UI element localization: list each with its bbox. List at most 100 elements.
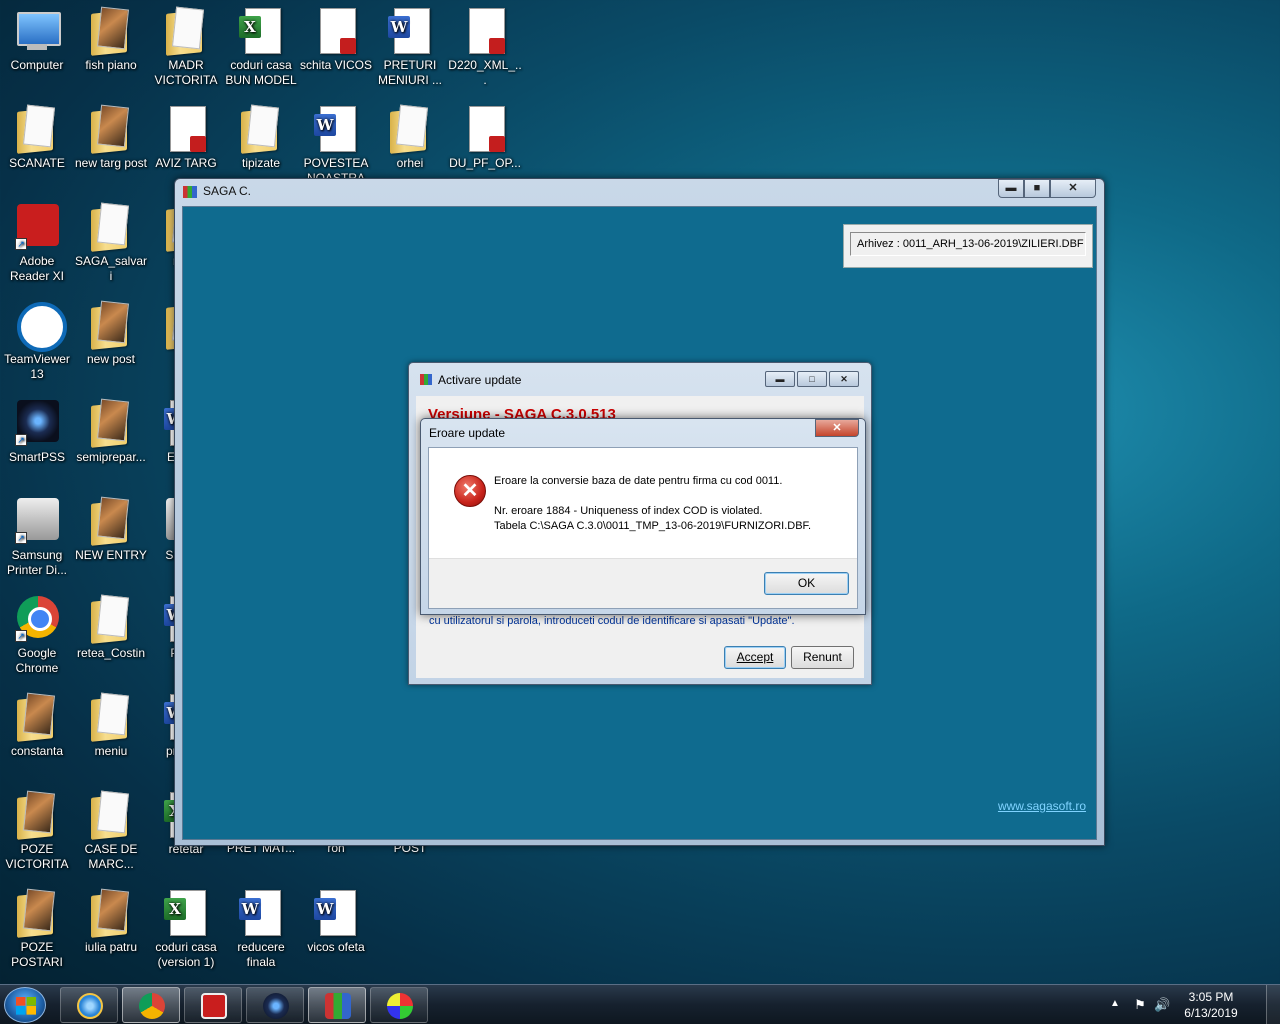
close-button[interactable]: ✕ <box>829 371 859 387</box>
error-icon: ✕ <box>454 475 486 507</box>
word-file-icon: W <box>312 104 360 154</box>
folder-icon <box>386 104 434 154</box>
show-desktop-button[interactable] <box>1266 985 1280 1024</box>
folder-icon <box>87 888 135 938</box>
pdf-file-icon <box>162 104 210 154</box>
activare-title: Activare update <box>438 373 522 387</box>
sagasoft-website-link[interactable]: www.sagasoft.ro <box>998 799 1086 813</box>
desktop-icon-computer[interactable]: Computer <box>0 6 74 73</box>
saga-app-icon <box>420 374 432 385</box>
computer-icon <box>13 6 61 56</box>
taskbar-ie-button[interactable] <box>60 987 118 1023</box>
desktop-icon-preturi-meniuri[interactable]: W PRETURI MENIURI ... <box>373 6 447 88</box>
desktop-icon-meniu[interactable]: meniu <box>74 692 148 759</box>
archive-status-text: Arhivez : 0011_ARH_13-06-2019\ZILIERI.DB… <box>850 232 1086 256</box>
action-center-flag-icon[interactable]: ⚑ <box>1132 997 1148 1013</box>
activare-titlebar[interactable]: Activare update ▬ □ ✕ <box>409 363 871 395</box>
desktop-icon-samsung-printer[interactable]: ↗ Samsung Printer Di... <box>0 496 74 578</box>
folder-icon <box>87 104 135 154</box>
folder-icon <box>87 6 135 56</box>
windows-logo-icon <box>16 997 36 1015</box>
desktop-icon-d220-xml[interactable]: D220_XML_... <box>448 6 522 88</box>
desktop-icon-tipizate[interactable]: tipizate <box>224 104 298 171</box>
folder-icon <box>13 692 61 742</box>
desktop-icon-saga-salvari[interactable]: SAGA_salvari <box>74 202 148 284</box>
saga-caption-buttons: ▬ ■ ✕ <box>998 179 1096 198</box>
accept-button[interactable]: Accept <box>724 646 786 669</box>
internet-explorer-icon <box>77 993 103 1019</box>
taskbar-smartpss-button[interactable] <box>246 987 304 1023</box>
clock[interactable]: 3:05 PM 6/13/2019 <box>1176 989 1246 1021</box>
folder-icon <box>13 790 61 840</box>
taskbar: ▲ ⚑ 🔊 3:05 PM 6/13/2019 <box>0 984 1280 1024</box>
minimize-button[interactable]: ▬ <box>765 371 795 387</box>
show-hidden-icons-arrow-icon[interactable]: ▲ <box>1110 998 1120 1009</box>
minimize-button[interactable]: ▬ <box>998 179 1024 198</box>
clock-time: 3:05 PM <box>1188 990 1234 1004</box>
desktop-icon-coduri-casa-bun-model[interactable]: X coduri casa BUN MODEL <box>224 6 298 88</box>
eroare-titlebar[interactable]: Eroare update ✕ <box>421 419 865 447</box>
pdf-file-icon <box>312 6 360 56</box>
eroare-footer: OK <box>429 558 857 608</box>
saga-titlebar[interactable]: SAGA C. ▬ ■ ✕ <box>175 179 1104 205</box>
desktop-icon-fish-piano[interactable]: fish piano <box>74 6 148 73</box>
eroare-title: Eroare update <box>429 426 506 440</box>
saga-app-icon <box>183 186 197 198</box>
desktop-icon-smartpss[interactable]: ↗ SmartPSS <box>0 398 74 465</box>
desktop-icon-teamviewer[interactable]: TeamViewer 13 <box>0 300 74 382</box>
taskbar-chrome-button[interactable] <box>122 987 180 1023</box>
teamviewer-icon <box>13 300 67 352</box>
folder-icon <box>162 6 210 56</box>
close-button[interactable]: ✕ <box>1050 179 1096 198</box>
desktop-icon-poze-victorita[interactable]: POZE VICTORITA <box>0 790 74 872</box>
chrome-icon: ↗ <box>13 594 61 644</box>
desktop-icon-madr-victorita[interactable]: MADR VICTORITA <box>149 6 223 88</box>
maximize-button[interactable]: ■ <box>1024 179 1050 198</box>
maximize-button[interactable]: □ <box>797 371 827 387</box>
desktop-icon-coduri-casa-v1[interactable]: X coduri casa (version 1) <box>149 888 223 970</box>
desktop-icon-orhei[interactable]: orhei <box>373 104 447 171</box>
desktop-icon-iulia-patru[interactable]: iulia patru <box>74 888 148 955</box>
desktop-icon-vicos-ofeta[interactable]: W vicos ofeta <box>299 888 373 955</box>
renunt-button[interactable]: Renunt <box>791 646 854 669</box>
desktop-icon-new-post[interactable]: new post <box>74 300 148 367</box>
printer-icon: ↗ <box>13 496 61 546</box>
desktop-icon-semiprepar[interactable]: semiprepar... <box>74 398 148 465</box>
desktop-icon-du-pf-op[interactable]: DU_PF_OP... <box>448 104 522 171</box>
desktop-icon-constanta[interactable]: constanta <box>0 692 74 759</box>
desktop-icon-case-de-marc[interactable]: CASE DE MARC... <box>74 790 148 872</box>
desktop-icon-povestea-noastra[interactable]: W POVESTEA NOASTRA <box>299 104 373 186</box>
folder-icon <box>237 104 285 154</box>
desktop-icon-poze-postari[interactable]: POZE POSTARI <box>0 888 74 970</box>
error-message-line-2: Nr. eroare 1884 - Uniqueness of index CO… <box>494 505 763 517</box>
saga-app-icon <box>325 993 351 1019</box>
desktop-icon-new-entry[interactable]: NEW ENTRY <box>74 496 148 563</box>
start-button[interactable] <box>4 987 46 1023</box>
error-message-line-3: Tabela C:\SAGA C.3.0\0011_TMP_13-06-2019… <box>494 520 812 532</box>
desktop-icon-retea-costin[interactable]: retea_Costin <box>74 594 148 661</box>
folder-icon <box>87 790 135 840</box>
taskbar-paint-button[interactable] <box>370 987 428 1023</box>
archive-status-box: Arhivez : 0011_ARH_13-06-2019\ZILIERI.DB… <box>843 224 1093 268</box>
desktop-icon-new-targ-post[interactable]: new targ post <box>74 104 148 171</box>
eroare-update-dialog[interactable]: Eroare update ✕ ✕ Eroare la conversie ba… <box>420 418 866 615</box>
clock-date: 6/13/2019 <box>1184 1006 1238 1020</box>
desktop-icon-scanate[interactable]: SCANATE <box>0 104 74 171</box>
desktop-icon-google-chrome[interactable]: ↗ Google Chrome <box>0 594 74 676</box>
taskbar-saga-button[interactable] <box>308 987 366 1023</box>
desktop-icon-reducere-finala[interactable]: W reducere finala <box>224 888 298 970</box>
adobe-reader-icon <box>201 993 227 1019</box>
ok-button[interactable]: OK <box>764 572 849 595</box>
smartpss-icon <box>263 993 289 1019</box>
close-button[interactable]: ✕ <box>815 419 859 437</box>
desktop-icon-schita-vicos[interactable]: schita VICOS <box>299 6 373 73</box>
folder-icon <box>87 496 135 546</box>
paint-icon <box>387 993 413 1019</box>
volume-icon[interactable]: 🔊 <box>1154 997 1170 1013</box>
adobe-reader-icon: ↗ <box>13 202 61 252</box>
accept-button-label: Accept <box>736 650 774 664</box>
taskbar-adobe-button[interactable] <box>184 987 242 1023</box>
excel-file-icon: X <box>237 6 285 56</box>
desktop-icon-aviz-targ[interactable]: AVIZ TARG <box>149 104 223 171</box>
desktop-icon-adobe-reader[interactable]: ↗ Adobe Reader XI <box>0 202 74 284</box>
